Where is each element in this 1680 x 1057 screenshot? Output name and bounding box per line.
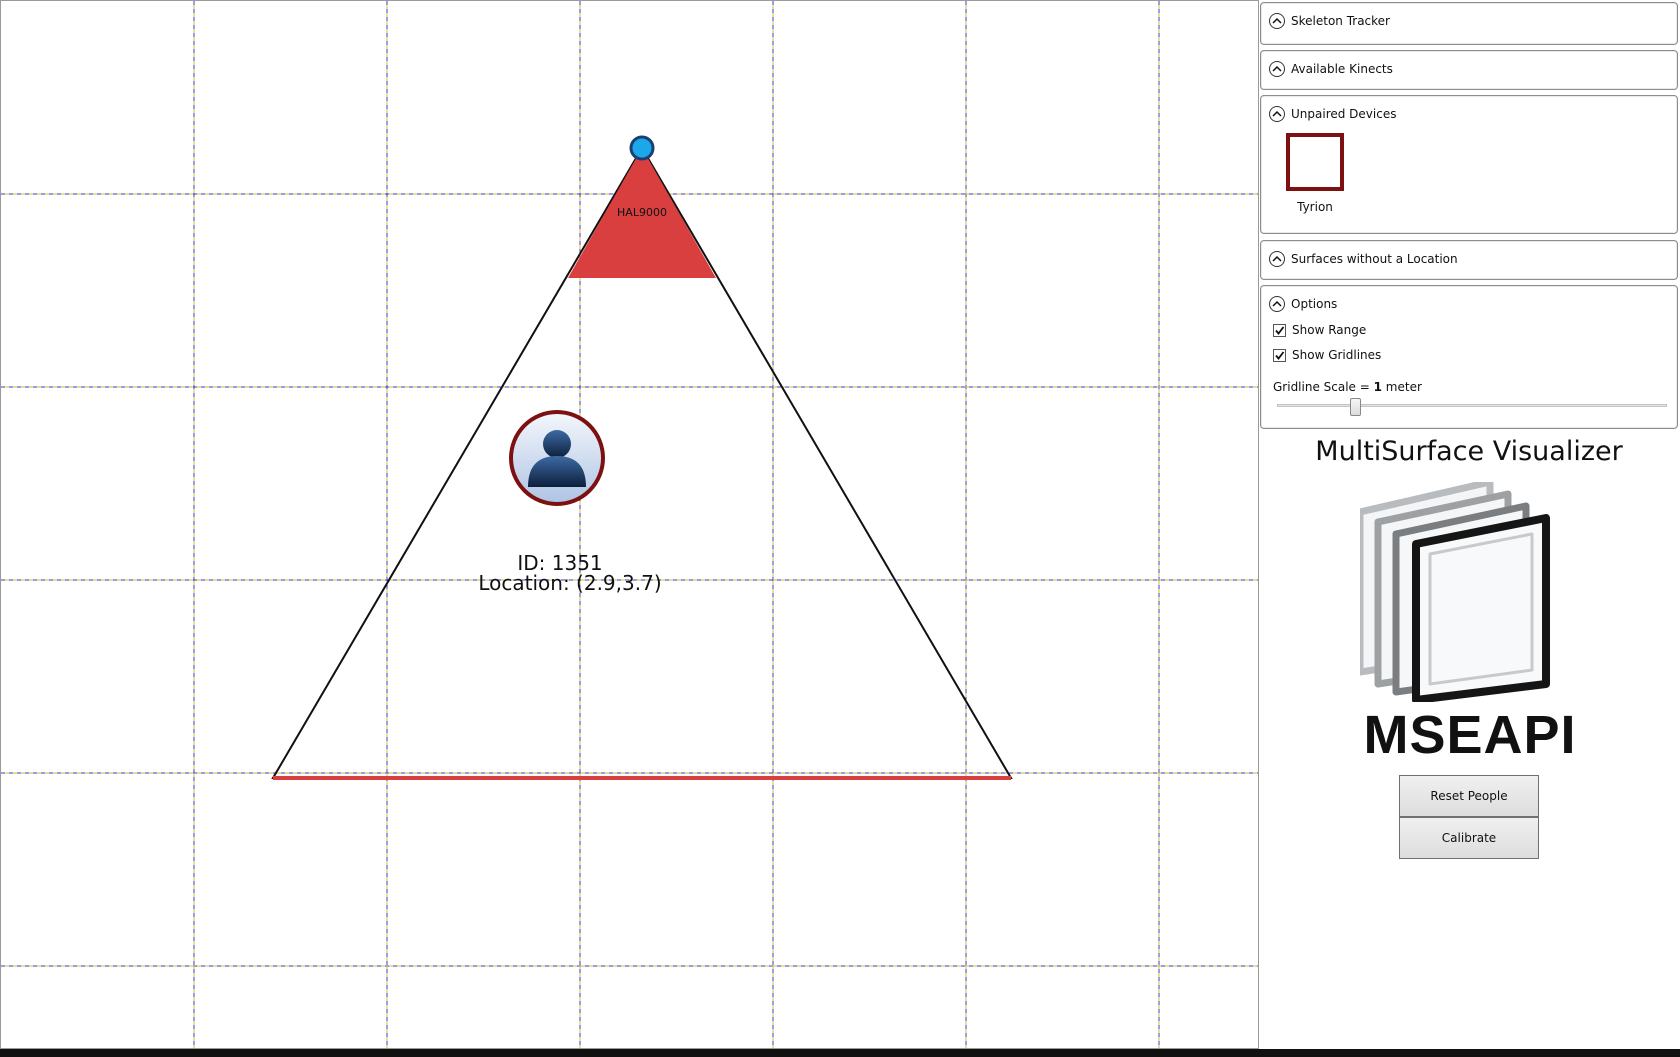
person-location: Location: (2.9,3.7) — [478, 571, 661, 595]
chevron-up-icon — [1269, 13, 1285, 29]
slider-thumb[interactable] — [1350, 398, 1361, 416]
chevron-up-icon — [1269, 61, 1285, 77]
show-range-option[interactable]: Show Range — [1273, 323, 1366, 337]
panel-unpaired-devices: Unpaired Devices Tyrion — [1260, 95, 1678, 234]
panel-title: Unpaired Devices — [1291, 107, 1397, 121]
chevron-up-icon — [1269, 296, 1285, 312]
checkmark-icon — [1275, 325, 1285, 335]
panel-title: Options — [1291, 297, 1338, 311]
expander-surfaces-without-location[interactable]: Surfaces without a Location — [1269, 249, 1458, 269]
gridline-scale-label: Gridline Scale = 1 meter — [1273, 380, 1422, 394]
gridlines — [1, 1, 1258, 1048]
gridline-scale-slider[interactable] — [1277, 398, 1667, 416]
panel-skeleton-tracker: Skeleton Tracker — [1260, 2, 1678, 45]
show-gridlines-option[interactable]: Show Gridlines — [1273, 348, 1381, 362]
show-range-checkbox[interactable] — [1273, 323, 1286, 337]
logo-text: MSEAPI — [1363, 705, 1577, 765]
floor-plan: HAL9000 ID: 1351 Location: (2.9,3.7) — [1, 1, 1258, 1048]
chevron-up-icon — [1269, 251, 1285, 267]
mseapi-logo — [1360, 482, 1550, 702]
device-tile-tyrion[interactable] — [1286, 133, 1344, 191]
panel-options: Options Show Range Show Gridlines Gridli… — [1260, 285, 1678, 429]
panel-available-kinects: Available Kinects — [1260, 50, 1678, 90]
panel-title: Skeleton Tracker — [1291, 14, 1390, 28]
expander-options[interactable]: Options — [1269, 294, 1337, 314]
kinect-marker[interactable] — [629, 135, 655, 161]
expander-unpaired-devices[interactable]: Unpaired Devices — [1269, 104, 1396, 124]
show-gridlines-checkbox[interactable] — [1273, 348, 1286, 362]
panel-title: Surfaces without a Location — [1291, 252, 1458, 266]
panel-title: Available Kinects — [1291, 62, 1393, 76]
calibrate-button[interactable]: Calibrate — [1399, 817, 1539, 859]
visualizer-canvas[interactable]: HAL9000 ID: 1351 Location: (2.9,3.7) — [0, 0, 1259, 1049]
app-title: MultiSurface Visualizer — [1315, 436, 1623, 467]
panel-surfaces-without-location: Surfaces without a Location — [1260, 240, 1678, 280]
show-range-label: Show Range — [1292, 323, 1367, 337]
chevron-up-icon — [1269, 106, 1285, 122]
kinect-label: HAL9000 — [617, 206, 667, 219]
expander-available-kinects[interactable]: Available Kinects — [1269, 59, 1393, 79]
reset-people-button[interactable]: Reset People — [1399, 775, 1539, 817]
tracked-person[interactable]: ID: 1351 Location: (2.9,3.7) — [478, 410, 662, 595]
show-gridlines-label: Show Gridlines — [1292, 348, 1382, 362]
device-name: Tyrion — [1297, 200, 1333, 214]
expander-skeleton-tracker[interactable]: Skeleton Tracker — [1269, 11, 1390, 31]
checkmark-icon — [1275, 350, 1285, 360]
gridline-scale-value: 1 — [1373, 380, 1382, 394]
bottom-edge — [0, 1049, 1680, 1057]
